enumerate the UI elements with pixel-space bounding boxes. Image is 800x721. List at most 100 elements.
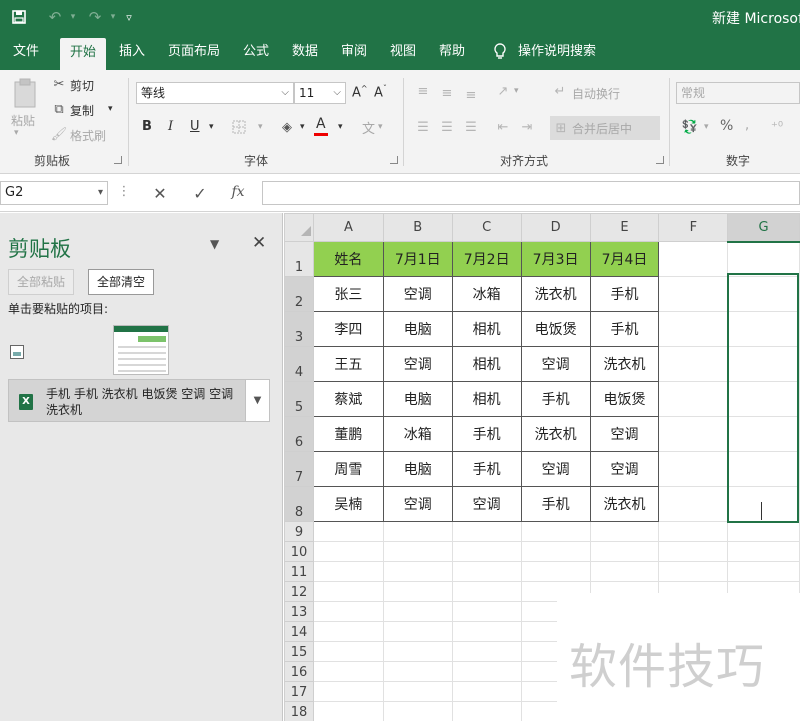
cell[interactable]: 李四	[312, 311, 384, 347]
row-header[interactable]: 6	[284, 416, 314, 452]
cell[interactable]: 手机	[589, 276, 660, 312]
borders-icon[interactable]	[230, 118, 248, 136]
cell[interactable]	[382, 641, 453, 662]
cell[interactable]: 洗衣机	[520, 416, 591, 452]
clear-all-button[interactable]: 全部清空	[88, 269, 155, 295]
customize-icon[interactable]: ▿	[118, 7, 140, 27]
undo-dropdown-icon[interactable]: ▾	[62, 7, 84, 27]
cell[interactable]	[312, 521, 384, 542]
cell[interactable]	[589, 561, 660, 582]
row-header[interactable]: 2	[284, 276, 314, 312]
cell[interactable]: 蔡斌	[312, 381, 384, 417]
cell[interactable]	[312, 701, 384, 721]
enter-icon[interactable]: ✓	[190, 184, 210, 203]
clip-thumbnail[interactable]	[113, 325, 169, 375]
cell[interactable]: 7月1日	[382, 241, 453, 277]
merge-center-button[interactable]: ⊞ 合并后居中	[550, 116, 660, 140]
increase-font-icon[interactable]: A^	[352, 84, 368, 100]
cell[interactable]	[658, 521, 729, 542]
cell[interactable]	[727, 311, 800, 347]
row-header[interactable]: 14	[284, 621, 314, 642]
cell[interactable]: 电饭煲	[520, 311, 591, 347]
tab-view[interactable]: 视图	[383, 34, 423, 70]
close-icon[interactable]: ✕	[252, 233, 266, 253]
copy-button[interactable]: 复制	[70, 102, 94, 119]
row-header[interactable]: 11	[284, 561, 314, 582]
cell[interactable]: 相机	[451, 311, 522, 347]
cell[interactable]: 空调	[382, 486, 453, 522]
cell[interactable]: 洗衣机	[520, 276, 591, 312]
cell[interactable]	[658, 561, 729, 582]
cell[interactable]: 空调	[382, 346, 453, 382]
cell[interactable]: 相机	[451, 346, 522, 382]
cut-button[interactable]: 剪切	[70, 77, 94, 94]
phonetic-dropdown-icon[interactable]: ▾	[378, 122, 383, 132]
cell[interactable]: 手机	[451, 451, 522, 487]
cell[interactable]: 空调	[589, 416, 660, 452]
cell[interactable]: 洗衣机	[589, 346, 660, 382]
cell[interactable]	[520, 541, 591, 562]
cell[interactable]: 空调	[589, 451, 660, 487]
borders-dropdown-icon[interactable]: ▾	[258, 122, 263, 132]
copy-icon[interactable]: ⧉	[52, 101, 66, 117]
cell[interactable]: 周雪	[312, 451, 384, 487]
cell[interactable]	[312, 621, 384, 642]
tab-home[interactable]: 开始	[60, 38, 106, 70]
tab-formulas[interactable]: 公式	[236, 34, 276, 70]
cell[interactable]: 姓名	[312, 241, 384, 277]
cell[interactable]	[727, 561, 800, 582]
pane-options-icon[interactable]: ▼	[210, 237, 219, 251]
name-box[interactable]: G2 ▾	[0, 181, 108, 205]
increase-indent-icon[interactable]: ⇥	[518, 118, 536, 136]
cell[interactable]: 空调	[520, 346, 591, 382]
column-header[interactable]: F	[658, 213, 729, 242]
cell[interactable]: 王五	[312, 346, 384, 382]
cell[interactable]	[658, 381, 729, 417]
cell[interactable]: 洗衣机	[589, 486, 660, 522]
cell[interactable]	[727, 241, 800, 277]
column-header[interactable]: C	[451, 213, 522, 242]
phonetic-icon[interactable]: 文	[362, 118, 375, 137]
underline-dropdown-icon[interactable]: ▾	[209, 122, 214, 132]
cell[interactable]	[312, 681, 384, 702]
cell[interactable]	[658, 451, 729, 487]
fill-color-dropdown-icon[interactable]: ▾	[300, 122, 305, 132]
cell[interactable]	[658, 311, 729, 347]
cell[interactable]: 冰箱	[451, 276, 522, 312]
column-header[interactable]: D	[520, 213, 591, 242]
wrap-text-button[interactable]: 自动换行	[572, 85, 620, 102]
row-header[interactable]: 1	[284, 241, 314, 277]
row-header[interactable]: 9	[284, 521, 314, 542]
accounting-format-icon[interactable]: 💱	[680, 118, 700, 136]
row-header[interactable]: 15	[284, 641, 314, 662]
cell[interactable]: 手机	[451, 416, 522, 452]
cell[interactable]: 空调	[382, 276, 453, 312]
cell[interactable]: 吴楠	[312, 486, 384, 522]
cell[interactable]	[727, 346, 800, 382]
clipboard-launcher-icon[interactable]	[114, 156, 122, 164]
orientation-dropdown-icon[interactable]: ▾	[514, 86, 519, 96]
cell[interactable]	[382, 541, 453, 562]
row-header[interactable]: 3	[284, 311, 314, 347]
cell[interactable]	[382, 681, 453, 702]
align-center-icon[interactable]: ☰	[438, 118, 456, 136]
cell[interactable]	[658, 416, 729, 452]
cell[interactable]	[658, 241, 729, 277]
font-color-dropdown-icon[interactable]: ▾	[338, 122, 343, 132]
cell[interactable]	[658, 486, 729, 522]
insert-function-icon[interactable]: fx	[228, 184, 248, 200]
tab-file[interactable]: 文件	[4, 34, 48, 70]
underline-button[interactable]: U	[190, 119, 200, 134]
cell[interactable]: 电饭煲	[589, 381, 660, 417]
cell[interactable]: 电脑	[382, 451, 453, 487]
cell[interactable]	[451, 521, 522, 542]
row-header[interactable]: 8	[284, 486, 314, 522]
cell[interactable]	[727, 541, 800, 562]
cell[interactable]	[727, 451, 800, 487]
align-left-icon[interactable]: ☰	[414, 118, 432, 136]
tab-review[interactable]: 审阅	[334, 34, 374, 70]
column-header[interactable]: G	[727, 213, 800, 243]
row-header[interactable]: 12	[284, 581, 314, 602]
cell[interactable]	[451, 541, 522, 562]
tab-data[interactable]: 数据	[285, 34, 325, 70]
